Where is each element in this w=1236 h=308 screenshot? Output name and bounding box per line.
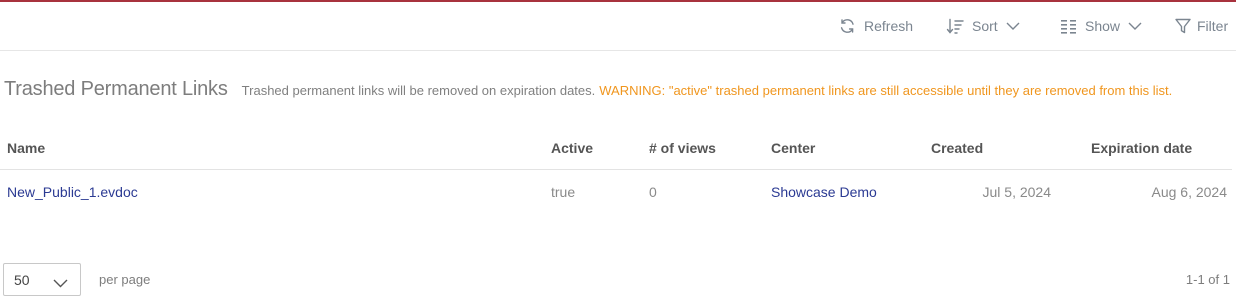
column-header-created[interactable]: Created	[931, 140, 983, 156]
sort-button[interactable]: Sort	[946, 16, 1020, 36]
chevron-down-icon	[53, 275, 68, 293]
column-header-name[interactable]: Name	[7, 140, 45, 156]
show-label: Show	[1085, 18, 1121, 34]
per-page-label: per page	[99, 272, 151, 287]
center-link[interactable]: Showcase Demo	[771, 184, 877, 200]
columns-icon	[1061, 19, 1077, 34]
warning-text: WARNING: "active" trashed permanent link…	[599, 83, 1173, 98]
sort-label: Sort	[972, 18, 998, 34]
column-header-center[interactable]: Center	[771, 140, 815, 156]
link-name[interactable]: New_Public_1.evdoc	[7, 184, 138, 200]
refresh-label: Refresh	[864, 18, 914, 34]
chevron-down-icon	[1128, 22, 1142, 30]
column-header-views[interactable]: # of views	[649, 140, 716, 156]
per-page-value: 50	[14, 272, 30, 288]
views-value: 0	[649, 184, 657, 200]
refresh-button[interactable]: Refresh	[839, 16, 913, 36]
filter-button[interactable]: Filter	[1175, 16, 1228, 36]
column-header-active[interactable]: Active	[551, 140, 593, 156]
filter-label: Filter	[1197, 18, 1229, 34]
sort-icon	[946, 18, 964, 35]
toolbar: Refresh Sort Show Filter	[0, 2, 1236, 51]
header-divider	[0, 169, 1232, 170]
pagination-range: 1-1 of 1	[1185, 272, 1230, 287]
refresh-icon	[839, 18, 856, 34]
page-description: Trashed permanent links will be removed …	[241, 83, 596, 98]
column-header-expiration[interactable]: Expiration date	[1091, 140, 1192, 156]
page-title: Trashed Permanent Links	[4, 78, 228, 100]
filter-icon	[1175, 18, 1191, 34]
show-button[interactable]: Show	[1061, 16, 1142, 36]
created-value: Jul 5, 2024	[982, 184, 1052, 200]
active-value: true	[551, 184, 576, 200]
chevron-down-icon	[1006, 22, 1020, 30]
expiration-value: Aug 6, 2024	[1151, 184, 1227, 200]
page-heading: Trashed Permanent Links Trashed permanen…	[4, 78, 1172, 101]
per-page-select[interactable]: 50	[3, 263, 81, 296]
